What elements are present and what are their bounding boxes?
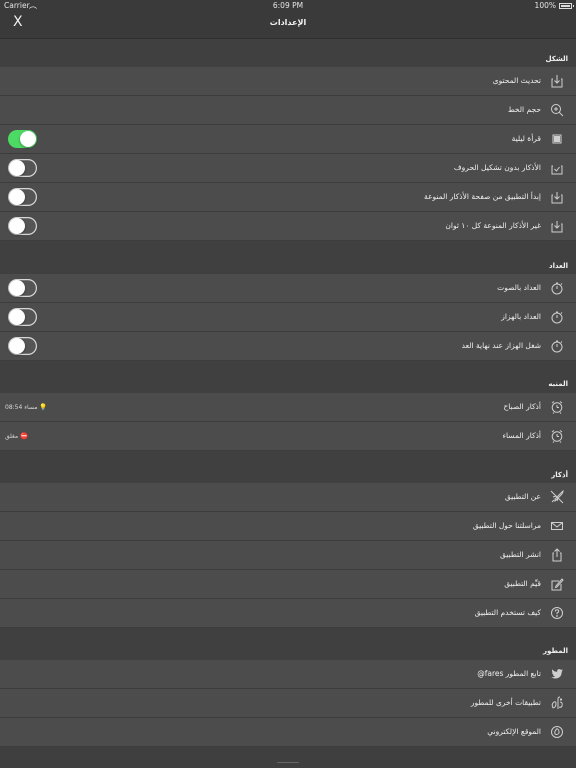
section-title: أذكار <box>551 471 568 479</box>
row-label: عن التطبيق <box>504 492 541 501</box>
section-header-azkar: أذكار <box>0 451 576 485</box>
download-icon <box>550 74 564 88</box>
section-title: الشكل <box>545 55 568 63</box>
row-label: مراسلتنا حول التطبيق <box>472 521 541 530</box>
row-alarm-morning[interactable]: أذكار الصباح 08:54 مساء 💡 <box>0 393 576 422</box>
row-howto[interactable]: كيف تستخدم التطبيق <box>0 599 576 628</box>
row-alarm-evening[interactable]: أذكار المساء مغلق ⛔ <box>0 422 576 451</box>
row-label: أذكار المساء <box>502 431 542 440</box>
row-update-content[interactable]: تحديث المحتوى <box>0 67 576 96</box>
alarm-status-text: مغلق <box>5 432 19 440</box>
row-label: تابع المطور fares@ <box>477 669 541 678</box>
counter-sound-toggle[interactable] <box>8 279 37 297</box>
checkbox-icon <box>550 161 564 175</box>
row-label: غير الأذكار المنوعة كل ١٠ ثوان <box>445 221 541 230</box>
section-header-counter: العداد <box>0 241 576 276</box>
envelope-icon <box>550 519 564 533</box>
alarm-evening-info: مغلق ⛔ <box>5 432 28 440</box>
row-other-apps[interactable]: تطبيقات أخرى للمطور <box>0 689 576 718</box>
row-label: تطبيقات أخرى للمطور <box>470 698 541 707</box>
row-label: انشر التطبيق <box>500 550 541 559</box>
row-label: أذكار الصباح <box>503 402 541 411</box>
section-header-developer: المطور <box>0 628 576 661</box>
nav-bar: X الإعدادات <box>0 12 576 39</box>
section-title: المنبه <box>548 380 568 388</box>
alarm-clock-icon <box>550 400 564 414</box>
row-vibrate-end[interactable]: شغل الهزاز عند نهاية العد <box>0 332 576 361</box>
developer-logo-icon <box>550 696 564 710</box>
pencil-icon <box>550 577 564 591</box>
row-counter-vibration[interactable]: العداد بالهزاز <box>0 303 576 332</box>
stopwatch-icon <box>550 310 564 324</box>
row-label: قرأة ليلية <box>511 134 541 143</box>
download-icon <box>550 219 564 233</box>
row-label: إبدأ التطبيق من صفحة الأذكار المنوعة <box>424 192 541 201</box>
row-label: شغل الهزاز عند نهاية العد <box>461 341 541 350</box>
row-website[interactable]: الموقع الإلكتروني <box>0 718 576 747</box>
stopwatch-icon <box>550 339 564 353</box>
counter-vibration-toggle[interactable] <box>8 308 37 326</box>
row-label: حجم الخط <box>507 105 541 114</box>
alarm-clock-icon <box>550 429 564 443</box>
stopwatch-icon <box>550 281 564 295</box>
magnifier-plus-icon <box>550 103 564 117</box>
no-diacritics-toggle[interactable] <box>8 159 37 177</box>
stop-icon: ⛔ <box>20 432 29 440</box>
row-change-colors[interactable]: غير الأذكار المنوعة كل ١٠ ثوان <box>0 212 576 241</box>
lightbulb-icon: 💡 <box>39 403 48 411</box>
change-colors-toggle[interactable] <box>8 217 37 235</box>
alarm-time-text: 08:54 مساء <box>5 403 38 411</box>
page-title: الإعدادات <box>269 18 307 27</box>
row-label: قيِّم التطبيق <box>504 579 541 588</box>
section-title: العداد <box>548 262 568 270</box>
square-icon <box>550 132 564 146</box>
row-counter-sound[interactable]: العداد بالصوت <box>0 274 576 303</box>
night-reading-toggle[interactable] <box>8 130 37 148</box>
row-no-diacritics[interactable]: الأذكار بدون تشكيل الحروف <box>0 154 576 183</box>
row-follow[interactable]: تابع المطور fares@ <box>0 660 576 689</box>
question-icon <box>550 606 564 620</box>
status-bar: Carrier ︵ 6:09 PM 100% <box>0 0 576 12</box>
row-night-reading[interactable]: قرأة ليلية <box>0 125 576 154</box>
twitter-icon <box>550 667 564 681</box>
row-label: الأذكار بدون تشكيل الحروف <box>453 163 541 172</box>
section-title: المطور <box>543 647 568 655</box>
row-start-varied[interactable]: إبدأ التطبيق من صفحة الأذكار المنوعة <box>0 183 576 212</box>
status-time: 6:09 PM <box>272 1 304 10</box>
row-label: العداد بالهزاز <box>501 312 541 321</box>
row-share[interactable]: انشر التطبيق <box>0 541 576 570</box>
download-icon <box>550 190 564 204</box>
row-label: كيف تستخدم التطبيق <box>474 608 541 617</box>
battery-icon <box>559 3 574 9</box>
row-label: العداد بالصوت <box>497 283 541 292</box>
vibrate-end-toggle[interactable] <box>8 337 37 355</box>
row-label: الموقع الإلكتروني <box>487 727 541 736</box>
start-varied-toggle[interactable] <box>8 188 37 206</box>
row-label: تحديث المحتوى <box>492 76 541 85</box>
divider <box>277 762 299 763</box>
rocket-icon <box>550 490 564 504</box>
alarm-morning-info: 08:54 مساء 💡 <box>5 403 48 411</box>
battery-percent: 100% <box>534 1 556 10</box>
section-header-shape: الشكل <box>0 39 576 69</box>
section-header-alarm: المنبه <box>0 361 576 394</box>
row-rate[interactable]: قيِّم التطبيق <box>0 570 576 599</box>
row-about[interactable]: عن التطبيق <box>0 483 576 512</box>
row-font-size[interactable]: حجم الخط <box>0 96 576 125</box>
share-icon <box>550 548 564 562</box>
row-contact[interactable]: مراسلتنا حول التطبيق <box>0 512 576 541</box>
globe-icon <box>550 725 564 739</box>
